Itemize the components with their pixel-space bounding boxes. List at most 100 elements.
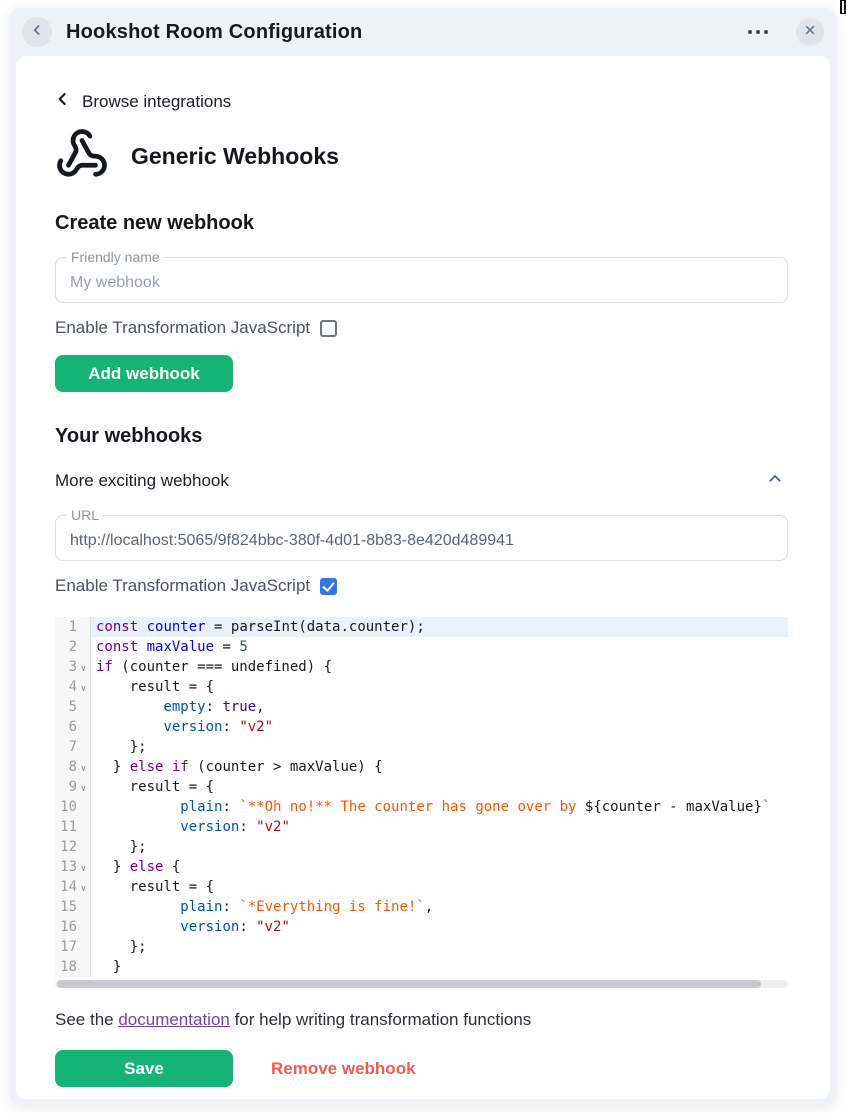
code-line[interactable]: 8∨ } else if (counter > maxValue) { <box>55 757 788 777</box>
gutter-line-number: 5 <box>55 697 91 717</box>
code-line[interactable]: 2const maxValue = 5 <box>55 637 788 657</box>
integration-header: Generic Webhooks <box>55 127 788 186</box>
code-line[interactable]: 18 } <box>55 957 788 977</box>
help-text-suffix: for help writing transformation function… <box>230 1010 531 1029</box>
hookshot-config-modal: Hookshot Room Configuration Browse integ… <box>10 8 836 1105</box>
code-line[interactable]: 17 }; <box>55 937 788 957</box>
fold-spacer <box>77 897 90 917</box>
code-text: const counter = parseInt(data.counter); <box>91 617 788 637</box>
code-line[interactable]: 11 version: "v2" <box>55 817 788 837</box>
friendly-name-input[interactable] <box>56 258 787 302</box>
your-webhooks-heading: Your webhooks <box>55 425 788 448</box>
code-text: if (counter === undefined) { <box>91 657 788 677</box>
code-line[interactable]: 13∨ } else { <box>55 857 788 877</box>
gutter-line-number: 6 <box>55 717 91 737</box>
fold-spacer <box>77 797 90 817</box>
enable-transformation-checkbox-webhook[interactable] <box>320 578 337 595</box>
gutter-line-number: 15 <box>55 897 91 917</box>
code-text: result = { <box>91 877 788 897</box>
code-line[interactable]: 12 }; <box>55 837 788 857</box>
gutter-line-number: 7 <box>55 737 91 757</box>
fold-spacer <box>77 737 90 757</box>
hscrollbar-thumb[interactable] <box>57 980 761 988</box>
browse-integrations-label: Browse integrations <box>82 92 231 112</box>
browse-integrations-link[interactable]: Browse integrations <box>55 90 231 113</box>
code-line[interactable]: 3∨if (counter === undefined) { <box>55 657 788 677</box>
fold-spacer <box>77 837 90 857</box>
enable-transformation-label: Enable Transformation JavaScript <box>55 576 310 596</box>
code-text: plain: `*Everything is fine!`, <box>91 897 788 917</box>
code-text: result = { <box>91 677 788 697</box>
code-line[interactable]: 14∨ result = { <box>55 877 788 897</box>
help-text: See the documentation for help writing t… <box>55 1010 788 1030</box>
webhook-icon <box>55 127 109 186</box>
url-input[interactable] <box>56 516 787 560</box>
screen-caret-artifact <box>840 0 846 14</box>
back-button[interactable] <box>22 17 52 47</box>
code-line[interactable]: 4∨ result = { <box>55 677 788 697</box>
gutter-line-number: 4∨ <box>55 677 91 697</box>
fold-chevron-icon[interactable]: ∨ <box>77 657 90 677</box>
code-line[interactable]: 9∨ result = { <box>55 777 788 797</box>
add-webhook-button[interactable]: Add webhook <box>55 355 233 392</box>
code-line[interactable]: 6 version: "v2" <box>55 717 788 737</box>
code-text: }; <box>91 737 788 757</box>
code-line[interactable]: 10 plain: `**Oh no!** The counter has go… <box>55 797 788 817</box>
ellipsis-icon <box>748 30 768 34</box>
chevron-left-icon <box>29 22 45 43</box>
code-text: plain: `**Oh no!** The counter has gone … <box>91 797 788 817</box>
chevron-up-icon <box>764 473 786 490</box>
gutter-line-number: 14∨ <box>55 877 91 897</box>
webhook-actions: Save Remove webhook <box>55 1050 788 1087</box>
fold-chevron-icon[interactable]: ∨ <box>77 677 90 697</box>
gutter-line-number: 1 <box>55 617 91 637</box>
enable-transformation-row-webhook: Enable Transformation JavaScript <box>55 576 788 596</box>
code-line[interactable]: 16 version: "v2" <box>55 917 788 937</box>
webhook-name: More exciting webhook <box>55 471 229 491</box>
code-line[interactable]: 15 plain: `*Everything is fine!`, <box>55 897 788 917</box>
fold-spacer <box>77 617 90 637</box>
fold-spacer <box>77 697 90 717</box>
code-editor[interactable]: 1const counter = parseInt(data.counter);… <box>55 615 788 977</box>
content-card: Browse integrations Generic Webhooks Cre… <box>16 56 830 1099</box>
fold-chevron-icon[interactable]: ∨ <box>77 777 90 797</box>
documentation-link[interactable]: documentation <box>118 1010 230 1029</box>
enable-transformation-checkbox[interactable] <box>320 320 337 337</box>
fold-spacer <box>77 917 90 937</box>
code-text: version: "v2" <box>91 817 788 837</box>
code-editor-hscrollbar <box>55 980 788 988</box>
code-text: }; <box>91 837 788 857</box>
enable-transformation-row: Enable Transformation JavaScript <box>55 318 788 338</box>
code-text: } else { <box>91 857 788 877</box>
remove-webhook-button[interactable]: Remove webhook <box>261 1053 426 1085</box>
fold-spacer <box>77 637 90 657</box>
code-line[interactable]: 7 }; <box>55 737 788 757</box>
gutter-line-number: 3∨ <box>55 657 91 677</box>
modal-header: Hookshot Room Configuration <box>10 8 836 56</box>
code-text: } else if (counter > maxValue) { <box>91 757 788 777</box>
webhook-list-item[interactable]: More exciting webhook <box>55 468 788 493</box>
code-text: } <box>91 957 788 977</box>
collapse-button[interactable] <box>762 468 788 493</box>
fold-chevron-icon[interactable]: ∨ <box>77 757 90 777</box>
close-button[interactable] <box>796 18 824 46</box>
chevron-left-icon <box>55 90 70 113</box>
enable-transformation-label: Enable Transformation JavaScript <box>55 318 310 338</box>
create-webhook-heading: Create new webhook <box>55 212 788 235</box>
fold-spacer <box>77 957 90 977</box>
gutter-line-number: 18 <box>55 957 91 977</box>
code-text: version: "v2" <box>91 717 788 737</box>
integration-title: Generic Webhooks <box>131 143 339 170</box>
code-line[interactable]: 1const counter = parseInt(data.counter); <box>55 617 788 637</box>
code-line[interactable]: 5 empty: true, <box>55 697 788 717</box>
menu-button[interactable] <box>746 24 770 40</box>
url-field: URL <box>55 515 788 561</box>
fold-spacer <box>77 817 90 837</box>
fold-chevron-icon[interactable]: ∨ <box>77 877 90 897</box>
gutter-line-number: 8∨ <box>55 757 91 777</box>
code-text: result = { <box>91 777 788 797</box>
fold-chevron-icon[interactable]: ∨ <box>77 857 90 877</box>
save-button[interactable]: Save <box>55 1050 233 1087</box>
url-label: URL <box>67 507 103 524</box>
code-text: const maxValue = 5 <box>91 637 788 657</box>
